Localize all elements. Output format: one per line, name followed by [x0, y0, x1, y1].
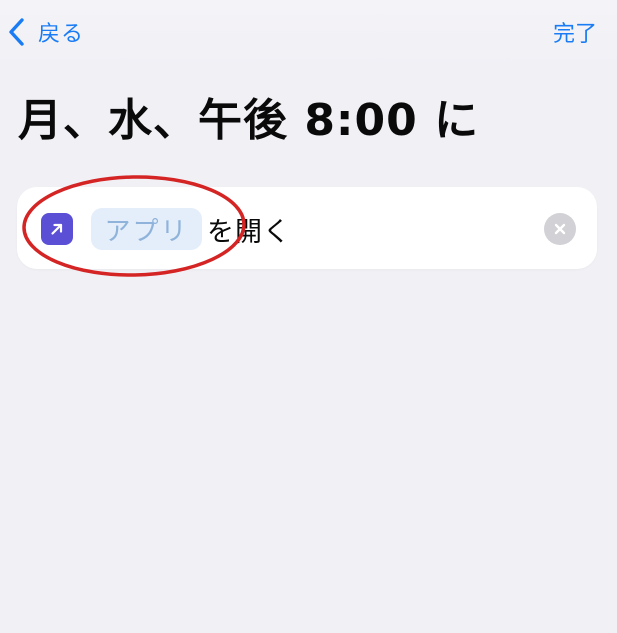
back-label: 戻る — [38, 22, 85, 47]
action-label: を開く — [207, 216, 291, 248]
navigation-bar-background — [0, 0, 617, 70]
chevron-left-icon — [9, 18, 24, 46]
arrow-up-right-icon — [41, 213, 73, 245]
back-button[interactable]: 戻る — [6, 14, 84, 50]
app-parameter-token[interactable]: アプリ — [91, 208, 202, 250]
x-circle-icon — [554, 223, 566, 235]
page-title: 月、水、午後 8:00 に — [18, 95, 480, 146]
remove-action-button[interactable] — [544, 213, 576, 245]
done-button[interactable]: 完了 — [553, 14, 597, 50]
open-app-action-card: アプリ を開く — [17, 187, 597, 269]
